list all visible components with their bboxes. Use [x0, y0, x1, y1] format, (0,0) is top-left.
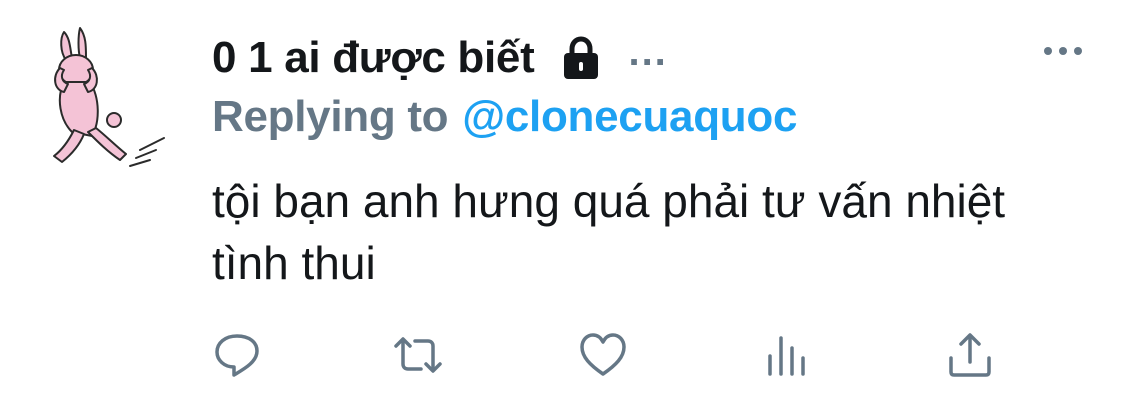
more-options-icon: [1044, 47, 1082, 55]
reply-icon: [215, 334, 259, 377]
analytics-button[interactable]: [762, 330, 812, 380]
analytics-icon: [768, 336, 805, 376]
reply-button[interactable]: [212, 330, 262, 380]
share-icon: [949, 333, 991, 377]
like-icon: [580, 333, 626, 376]
share-button[interactable]: [945, 330, 995, 380]
like-button[interactable]: [578, 330, 628, 380]
tweet[interactable]: 0 1 ai được biết ... Replying to @clonecu…: [0, 0, 1125, 401]
retweet-button[interactable]: [393, 330, 443, 380]
handle-truncated[interactable]: ...: [628, 30, 667, 75]
more-options-button[interactable]: [1040, 36, 1086, 66]
mention-link[interactable]: @clonecuaquoc: [462, 92, 797, 141]
replying-to-line: Replying to @clonecuaquoc: [212, 92, 797, 142]
lock-icon: [556, 33, 606, 83]
tweet-header: 0 1 ai được biết ...: [212, 28, 668, 88]
retweet-icon: [394, 337, 442, 373]
rabbit-avatar-icon: [53, 27, 165, 167]
display-name[interactable]: 0 1 ai được biết: [212, 33, 535, 83]
action-bar: [0, 330, 1125, 380]
avatar[interactable]: [38, 24, 170, 176]
tweet-text: tội bạn anh hưng quá phải tư vấn nhiệt t…: [212, 175, 1006, 289]
replying-to-prefix: Replying to: [212, 92, 449, 141]
